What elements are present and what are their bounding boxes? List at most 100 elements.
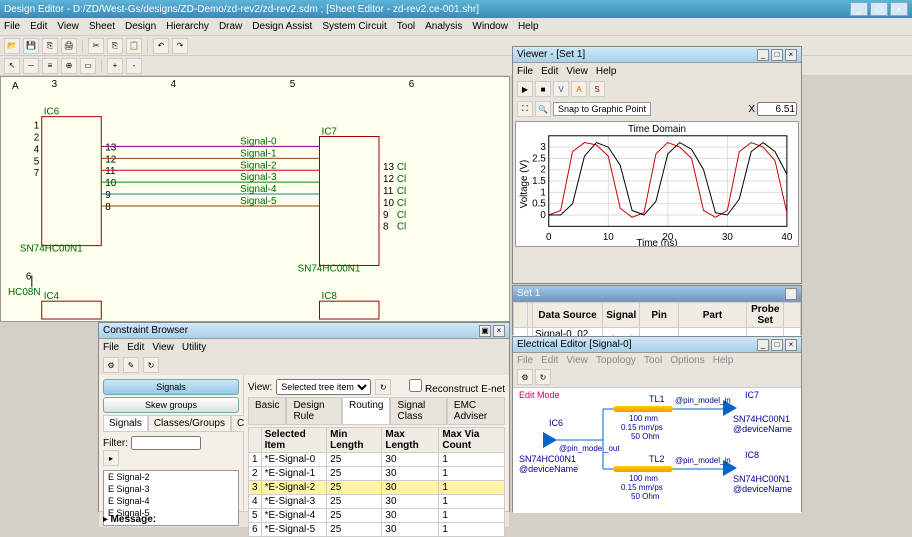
cb-menu-utility[interactable]: Utility — [182, 342, 206, 353]
el-menu-tool[interactable]: Tool — [644, 355, 662, 366]
vw-menu-file[interactable]: File — [517, 66, 533, 77]
menu-edit[interactable]: Edit — [30, 21, 47, 32]
snap-select[interactable]: Snap to Graphic Point — [553, 102, 651, 116]
vw-v-icon[interactable]: V — [553, 81, 569, 97]
tool-paste-icon[interactable]: 📋 — [126, 38, 142, 54]
cb-tool-icon[interactable]: ⚙ — [103, 357, 119, 373]
svg-text:13: 13 — [105, 142, 117, 153]
tool-cut-icon[interactable]: ✂ — [88, 38, 104, 54]
maximize-button[interactable]: □ — [870, 2, 888, 16]
list-item[interactable]: E Signal-2 — [104, 471, 238, 483]
menu-design[interactable]: Design — [125, 21, 156, 32]
tab-signals[interactable]: Signals — [103, 415, 148, 432]
menu-tool[interactable]: Tool — [397, 21, 415, 32]
tool-zoom-in-icon[interactable]: + — [107, 58, 123, 74]
tab-emc[interactable]: EMC Adviser — [447, 397, 505, 425]
el-menu-options[interactable]: Options — [670, 355, 704, 366]
filter-input[interactable] — [131, 436, 201, 450]
ic6-part: SN74HC00N1 — [20, 244, 83, 255]
driver-ic6-icon[interactable] — [543, 432, 557, 448]
filter-go-icon[interactable]: ▸ — [103, 450, 119, 466]
tab-routing[interactable]: Routing — [342, 397, 390, 425]
tool-undo-icon[interactable]: ↶ — [153, 38, 169, 54]
menu-hierarchy[interactable]: Hierarchy — [166, 21, 209, 32]
el-tool-icon[interactable]: ⚙ — [517, 369, 533, 385]
menu-draw[interactable]: Draw — [219, 21, 242, 32]
tab-basic[interactable]: Basic — [248, 397, 286, 425]
panel-close-icon[interactable]: × — [493, 325, 505, 337]
signals-button[interactable]: Signals — [103, 379, 239, 395]
close-button[interactable]: × — [890, 2, 908, 16]
minimize-button[interactable]: _ — [850, 2, 868, 16]
tool-net-icon[interactable]: ⊕ — [61, 58, 77, 74]
elec-close-icon[interactable]: × — [785, 339, 797, 351]
viewer-max-icon[interactable]: □ — [771, 49, 783, 61]
vw-play-icon[interactable]: ▶ — [517, 81, 533, 97]
tool-save-all-icon[interactable]: ⎘ — [42, 38, 58, 54]
viewer-close-icon[interactable]: × — [785, 49, 797, 61]
list-item[interactable]: E Signal-4 — [104, 495, 238, 507]
tab-signal-class[interactable]: Signal Class — [390, 397, 446, 425]
tool-zoom-out-icon[interactable]: - — [126, 58, 142, 74]
cb-menu-view[interactable]: View — [152, 342, 174, 353]
tab-classes[interactable]: Classes/Groups — [148, 415, 231, 432]
constraint-title: Constraint Browser — [103, 325, 188, 336]
waveform-chart[interactable]: 01020304000.511.522.53Time DomainTime (n… — [515, 121, 799, 247]
tool-open-icon[interactable]: 📂 — [4, 38, 20, 54]
tool-wire-icon[interactable]: ─ — [23, 58, 39, 74]
expand-icon[interactable]: ▸ — [103, 514, 108, 525]
vw-menu-help[interactable]: Help — [596, 66, 617, 77]
menu-design-assist[interactable]: Design Assist — [252, 21, 312, 32]
view-select[interactable]: Selected tree item — [276, 379, 371, 395]
cb-tool3-icon[interactable]: ↻ — [143, 357, 159, 373]
tool-print-icon[interactable]: 🖨 — [61, 38, 77, 54]
vw-a-icon[interactable]: A — [571, 81, 587, 97]
topology-canvas[interactable]: Edit Mode IC6 @pin_model_out SN74HC00N1 … — [513, 387, 801, 513]
set1-close-icon[interactable]: × — [785, 288, 797, 300]
menu-analysis[interactable]: Analysis — [425, 21, 462, 32]
tline-tl1[interactable] — [613, 406, 673, 412]
list-item[interactable]: E Signal-3 — [104, 483, 238, 495]
viewer-min-icon[interactable]: _ — [757, 49, 769, 61]
tab-design-rule[interactable]: Design Rule — [286, 397, 342, 425]
tool-redo-icon[interactable]: ↷ — [172, 38, 188, 54]
menu-file[interactable]: File — [4, 21, 20, 32]
svg-text:Signal-4: Signal-4 — [240, 184, 277, 195]
el-tool2-icon[interactable]: ↻ — [535, 369, 551, 385]
tool-shape-icon[interactable]: ▭ — [80, 58, 96, 74]
x-input[interactable] — [757, 102, 797, 116]
menu-sheet[interactable]: Sheet — [89, 21, 115, 32]
cb-menu-edit[interactable]: Edit — [127, 342, 144, 353]
vw-zoom-fit-icon[interactable]: ⛶ — [517, 101, 533, 117]
el-menu-help[interactable]: Help — [713, 355, 734, 366]
tool-copy-icon[interactable]: ⎘ — [107, 38, 123, 54]
cb-tool2-icon[interactable]: ✎ — [123, 357, 139, 373]
el-menu-edit[interactable]: Edit — [541, 355, 558, 366]
menu-help[interactable]: Help — [518, 21, 539, 32]
tool-save-icon[interactable]: 💾 — [23, 38, 39, 54]
menu-system-circuit[interactable]: System Circuit — [322, 21, 386, 32]
svg-text:1.5: 1.5 — [532, 176, 546, 187]
menu-view[interactable]: View — [57, 21, 79, 32]
skew-groups-button[interactable]: Skew groups — [103, 397, 239, 413]
el-menu-file[interactable]: File — [517, 355, 533, 366]
el-menu-topology[interactable]: Topology — [596, 355, 636, 366]
edit-mode-label: Edit Mode — [519, 390, 560, 400]
elec-min-icon[interactable]: _ — [757, 339, 769, 351]
vw-zoom-in-icon[interactable]: 🔍 — [535, 101, 551, 117]
reconstruct-checkbox[interactable]: Reconstruct E-net — [409, 379, 505, 395]
elec-max-icon[interactable]: □ — [771, 339, 783, 351]
vw-stop-icon[interactable]: ■ — [535, 81, 551, 97]
el-menu-view[interactable]: View — [566, 355, 588, 366]
cb-menu-file[interactable]: File — [103, 342, 119, 353]
schematic-canvas[interactable]: A 3456 IC6 SN74HC00N1 12457 1312111098 I… — [0, 76, 510, 322]
tline-tl2[interactable] — [613, 466, 673, 472]
menu-window[interactable]: Window — [472, 21, 508, 32]
view-refresh-icon[interactable]: ↻ — [375, 379, 391, 395]
tool-select-icon[interactable]: ↖ — [4, 58, 20, 74]
panel-pin-icon[interactable]: ▣ — [479, 325, 491, 337]
vw-menu-view[interactable]: View — [566, 66, 588, 77]
vw-s-icon[interactable]: S — [589, 81, 605, 97]
tool-bus-icon[interactable]: ≡ — [42, 58, 58, 74]
vw-menu-edit[interactable]: Edit — [541, 66, 558, 77]
